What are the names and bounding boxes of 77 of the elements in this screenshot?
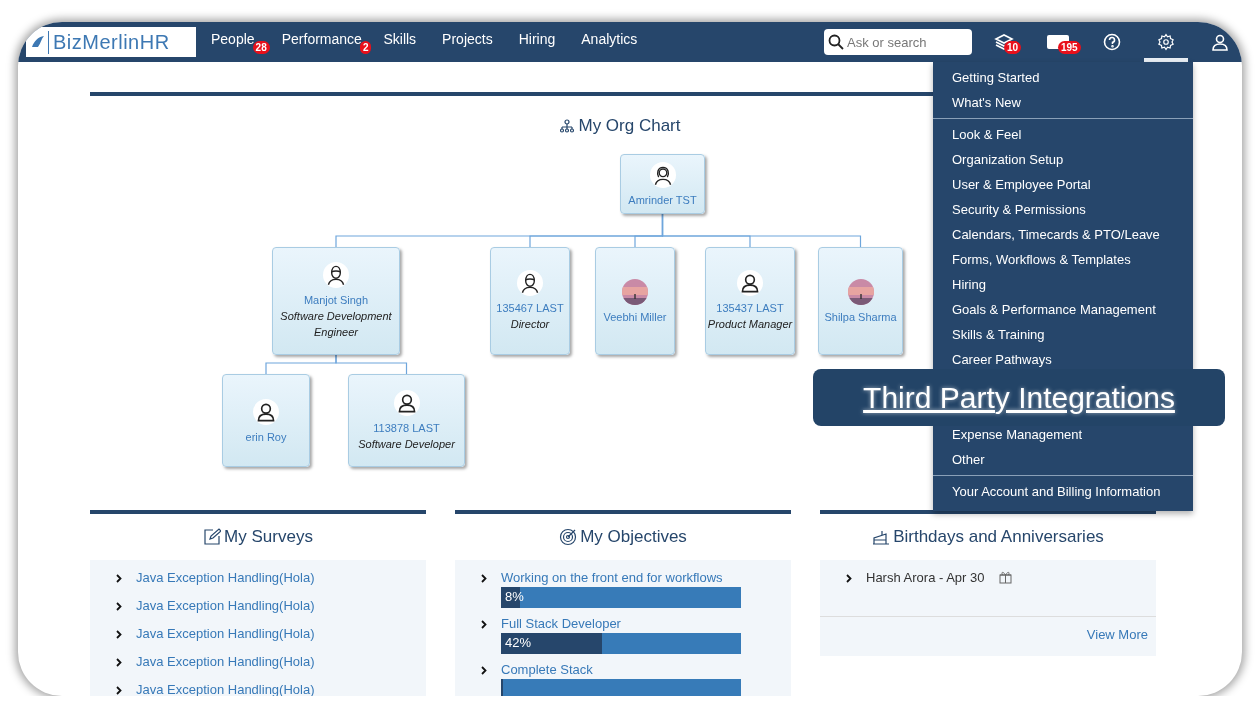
org-chart-node[interactable]: Shilpa Sharma <box>818 247 903 355</box>
menu-item[interactable]: Other <box>933 447 1193 472</box>
menu-item[interactable]: Skills & Training <box>933 322 1193 347</box>
menu-item[interactable]: What's New <box>933 90 1193 115</box>
target-icon <box>559 528 578 546</box>
nav-link[interactable]: Analytics <box>581 30 638 47</box>
menu-item[interactable]: Getting Started <box>933 65 1193 90</box>
integrations-link[interactable]: Third Party Integrations <box>863 380 1175 415</box>
user-icon <box>1211 33 1229 51</box>
survey-link[interactable]: Java Exception Handling(Hola) <box>136 682 315 696</box>
help-icon <box>1103 33 1121 51</box>
menu-item[interactable]: Security & Permissions <box>933 197 1193 222</box>
nav-card-button[interactable]: 195 <box>1036 22 1080 62</box>
progress-reading: 42% <box>505 635 532 650</box>
avatar-icon <box>649 162 676 188</box>
logo[interactable]: BizMerlinHR <box>26 27 196 57</box>
nav-stack-button[interactable]: 10 <box>982 22 1026 62</box>
nav-link[interactable]: Hiring <box>518 30 556 47</box>
avatar-icon <box>517 270 543 296</box>
menu-item[interactable]: Calendars, Timecards & PTO/Leave <box>933 222 1193 247</box>
chevron-icon <box>481 666 487 675</box>
chevron-icon <box>116 686 122 695</box>
nav-link[interactable]: Performance <box>281 30 362 47</box>
org-chart-node[interactable]: 135467 LAST Director <box>490 247 570 355</box>
count-badge: 195 <box>1058 41 1081 54</box>
settings-icon <box>1157 33 1175 51</box>
org-chart-node[interactable]: 113878 LAST Software Developer <box>348 374 465 467</box>
chevron-icon <box>116 574 122 583</box>
progress-reading: 8% <box>505 589 524 604</box>
objective-link[interactable]: Working on the front end for workflows <box>501 570 741 585</box>
menu-item[interactable]: Organization Setup <box>933 147 1193 172</box>
chevron-icon <box>116 658 122 667</box>
chevron-icon <box>481 574 487 583</box>
chevron-icon <box>481 620 487 629</box>
org-chart-node[interactable]: Veebhi Miller <box>595 247 675 355</box>
section-title: My Org Chart <box>578 116 681 136</box>
birthday-entry: Harsh Arora - Apr 30 <box>866 570 985 585</box>
nav-link[interactable]: Skills <box>383 30 417 47</box>
chevron-icon <box>116 630 122 639</box>
survey-link[interactable]: Java Exception Handling(Hola) <box>136 598 315 613</box>
avatar-icon <box>737 270 763 296</box>
chevron-icon <box>116 602 122 611</box>
gift-icon <box>998 570 1012 584</box>
avatar-icon <box>393 389 420 416</box>
menu-item[interactable]: User & Employee Portal <box>933 172 1193 197</box>
nav-link[interactable]: People <box>211 30 255 47</box>
avatar-icon <box>253 398 279 425</box>
menu-item[interactable]: Your Account and Billing Information <box>933 479 1193 504</box>
pencil-icon <box>203 528 222 546</box>
survey-link[interactable]: Java Exception Handling(Hola) <box>136 570 315 585</box>
org-chart-node[interactable]: Amrinder TST <box>620 154 705 214</box>
org-chart-node[interactable]: 135437 LAST Product Manager <box>705 247 795 355</box>
menu-item[interactable]: Career Pathways <box>933 347 1193 372</box>
bird-icon <box>32 35 44 49</box>
chevron-icon <box>846 574 852 583</box>
objective-link[interactable]: Complete Stack <box>501 662 741 677</box>
section-title: My Surveys <box>224 527 313 547</box>
avatar-icon <box>323 262 349 288</box>
objective-link[interactable]: Full Stack Developer <box>501 616 741 631</box>
count-badge: 10 <box>1004 41 1022 54</box>
section-title: My Objectives <box>580 527 687 547</box>
survey-link[interactable]: Java Exception Handling(Hola) <box>136 654 315 669</box>
view-more-link[interactable]: View More <box>1086 627 1148 642</box>
menu-item[interactable]: Forms, Workflows & Templates <box>933 247 1193 272</box>
section-title: Birthdays and Anniversaries <box>893 527 1104 547</box>
menu-item[interactable]: Expense Management <box>933 422 1193 447</box>
menu-item[interactable]: Hiring <box>933 272 1193 297</box>
org-chart-icon <box>559 119 576 133</box>
nav-link[interactable]: Projects <box>442 30 493 47</box>
search-icon <box>828 34 844 50</box>
org-chart-node[interactable]: Manjot Singh Software Development Engineer <box>272 247 400 355</box>
org-chart-node[interactable]: erin Roy <box>222 374 310 467</box>
cake-icon <box>872 529 891 545</box>
survey-link[interactable]: Java Exception Handling(Hola) <box>136 626 315 641</box>
search-field[interactable]: Ask or search <box>824 29 972 55</box>
menu-item[interactable]: Look & Feel <box>933 122 1193 147</box>
menu-item[interactable]: Goals & Performance Management <box>933 297 1193 322</box>
